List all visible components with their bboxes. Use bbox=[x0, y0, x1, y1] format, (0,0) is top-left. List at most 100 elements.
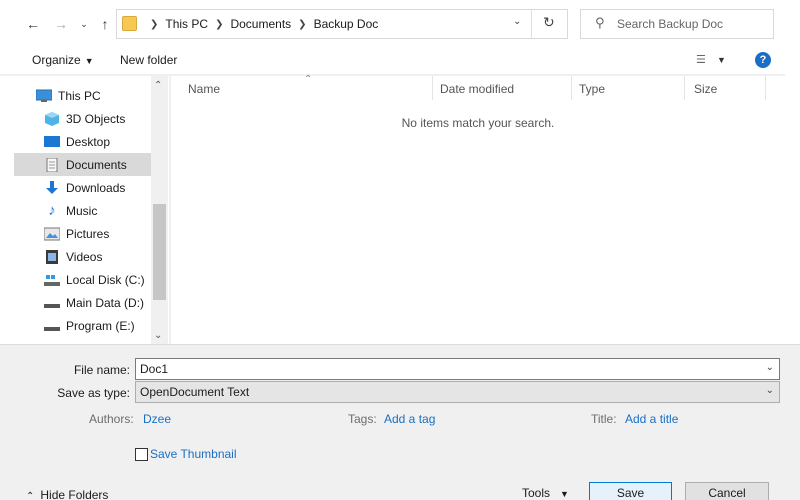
arrow-right-icon: → bbox=[54, 16, 68, 32]
sidebar-item-videos[interactable]: Videos bbox=[14, 245, 151, 268]
save-as-type-select[interactable]: OpenDocument Text ⌄ bbox=[135, 381, 780, 403]
tags-label: Tags: bbox=[348, 412, 377, 426]
search-input[interactable] bbox=[617, 15, 767, 33]
sidebar-item-downloads[interactable]: Downloads bbox=[14, 176, 151, 199]
sidebar-item-main-data-d[interactable]: Main Data (D:) bbox=[14, 291, 151, 314]
refresh-button[interactable]: ↻ bbox=[543, 14, 555, 31]
right-margin bbox=[785, 48, 800, 344]
recent-locations-button[interactable]: ⌄ bbox=[75, 14, 93, 34]
picture-icon bbox=[43, 227, 61, 241]
sidebar-item-music[interactable]: ♪ Music bbox=[14, 199, 151, 222]
address-bar-row: ← → ⌄ ↑ ❯ This PC ❯ Documents ❯ Backup D… bbox=[0, 0, 800, 48]
folder-icon bbox=[122, 16, 137, 31]
scroll-down-icon[interactable]: ⌄ bbox=[154, 330, 162, 341]
save-as-type-value: OpenDocument Text bbox=[140, 385, 250, 399]
save-as-type-label: Save as type: bbox=[57, 386, 130, 400]
file-name-input[interactable] bbox=[140, 361, 719, 377]
drive-icon bbox=[44, 273, 60, 287]
cancel-button[interactable]: Cancel bbox=[685, 482, 769, 500]
caret-down-icon: ▼ bbox=[84, 56, 94, 66]
divider bbox=[571, 76, 572, 100]
chevron-down-icon[interactable]: ⌄ bbox=[766, 362, 774, 373]
details-view-icon: ☰ bbox=[696, 54, 706, 66]
sidebar-item-pictures[interactable]: Pictures bbox=[14, 222, 151, 245]
sidebar-item-this-pc[interactable]: This PC bbox=[14, 84, 151, 107]
refresh-icon: ↻ bbox=[543, 14, 555, 30]
file-name-label: File name: bbox=[73, 363, 130, 377]
chevron-down-icon: ⌄ bbox=[765, 385, 774, 396]
sidebar-item-desktop[interactable]: Desktop bbox=[14, 130, 151, 153]
scrollbar-thumb[interactable] bbox=[153, 204, 166, 300]
breadcrumb: ❯ This PC ❯ Documents ❯ Backup Doc bbox=[143, 17, 378, 31]
column-header-type[interactable]: Type bbox=[579, 82, 605, 96]
tools-button[interactable]: Tools ▼ bbox=[522, 486, 569, 500]
download-icon bbox=[44, 180, 60, 195]
authors-label: Authors: bbox=[89, 412, 134, 426]
divider bbox=[765, 76, 766, 100]
address-box[interactable]: ❯ This PC ❯ Documents ❯ Backup Doc ⌄ ↻ bbox=[116, 9, 568, 39]
breadcrumb-documents[interactable]: Documents bbox=[230, 17, 291, 31]
authors-value[interactable]: Dzee bbox=[143, 412, 171, 426]
hide-folders-label: Hide Folders bbox=[40, 488, 109, 500]
document-icon bbox=[44, 157, 60, 172]
sidebar-item-label: Videos bbox=[66, 249, 103, 264]
tags-value[interactable]: Add a tag bbox=[384, 412, 435, 426]
title-value[interactable]: Add a title bbox=[625, 412, 678, 426]
save-form: File name: ⌄ Save as type: OpenDocument … bbox=[0, 344, 800, 500]
chevron-right-icon: ❯ bbox=[150, 18, 159, 30]
back-button[interactable]: ← bbox=[24, 14, 42, 34]
new-folder-button[interactable]: New folder bbox=[120, 53, 177, 67]
sidebar-item-program-e[interactable]: Program (E:) bbox=[14, 314, 151, 337]
sidebar-item-documents[interactable]: Documents bbox=[14, 153, 151, 176]
change-view-button[interactable]: ☰ ▼ bbox=[696, 53, 726, 66]
up-button[interactable]: ↑ bbox=[96, 14, 114, 34]
chevron-up-icon: ⌃ bbox=[26, 491, 35, 500]
search-box[interactable]: ⚲ bbox=[580, 9, 774, 39]
organize-label: Organize bbox=[32, 53, 81, 67]
sidebar-item-label: Desktop bbox=[66, 134, 111, 149]
divider bbox=[432, 76, 433, 100]
file-name-combo[interactable]: ⌄ bbox=[135, 358, 780, 380]
help-icon: ? bbox=[759, 54, 767, 66]
sidebar-item-label: Documents bbox=[66, 157, 127, 172]
music-note-icon: ♪ bbox=[48, 201, 56, 219]
sidebar-item-label: Pictures bbox=[66, 226, 110, 241]
chevron-right-icon: ❯ bbox=[215, 18, 224, 30]
organize-button[interactable]: Organize ▼ bbox=[32, 53, 94, 67]
drive-icon bbox=[44, 319, 60, 333]
file-list-pane: ⌃ Name Date modified Type Size No items … bbox=[171, 74, 785, 344]
sidebar-item-label: Music bbox=[66, 203, 98, 218]
save-thumbnail-checkbox[interactable] bbox=[135, 448, 148, 461]
sidebar-item-label: 3D Objects bbox=[66, 111, 126, 126]
desktop-icon bbox=[44, 135, 60, 149]
sidebar-item-label: Program (E:) bbox=[66, 318, 135, 333]
column-header-name[interactable]: Name bbox=[188, 82, 220, 96]
hide-folders-button[interactable]: ⌃ Hide Folders bbox=[26, 488, 108, 500]
sort-ascending-icon: ⌃ bbox=[304, 74, 313, 85]
sidebar-scrollbar[interactable]: ⌃ ⌄ bbox=[151, 76, 168, 344]
forward-button[interactable]: → bbox=[52, 14, 70, 34]
sidebar-item-local-disk-c[interactable]: Local Disk (C:) bbox=[14, 268, 151, 291]
breadcrumb-backup-doc[interactable]: Backup Doc bbox=[314, 17, 379, 31]
sidebar-item-3d-objects[interactable]: 3D Objects bbox=[14, 107, 151, 130]
empty-message: No items match your search. bbox=[401, 116, 555, 130]
arrow-up-icon: ↑ bbox=[101, 16, 109, 32]
divider bbox=[684, 76, 685, 100]
help-button[interactable]: ? bbox=[755, 52, 771, 68]
chevron-right-icon: ❯ bbox=[298, 18, 307, 30]
breadcrumb-this-pc[interactable]: This PC bbox=[165, 17, 208, 31]
sidebar-item-label: Downloads bbox=[66, 180, 126, 195]
address-dropdown-button[interactable]: ⌄ bbox=[513, 16, 521, 27]
column-header-size[interactable]: Size bbox=[694, 82, 717, 96]
scroll-up-icon[interactable]: ⌃ bbox=[154, 80, 162, 91]
save-thumbnail-label[interactable]: Save Thumbnail bbox=[150, 447, 237, 461]
left-margin bbox=[0, 76, 14, 344]
sidebar-item-label: This PC bbox=[58, 88, 101, 103]
chevron-down-icon: ⌄ bbox=[513, 16, 522, 27]
video-icon bbox=[44, 249, 60, 264]
tools-label: Tools bbox=[522, 486, 551, 500]
computer-icon bbox=[35, 89, 53, 103]
arrow-left-icon: ← bbox=[26, 16, 40, 32]
save-button[interactable]: Save bbox=[589, 482, 672, 500]
column-header-date-modified[interactable]: Date modified bbox=[440, 82, 514, 96]
